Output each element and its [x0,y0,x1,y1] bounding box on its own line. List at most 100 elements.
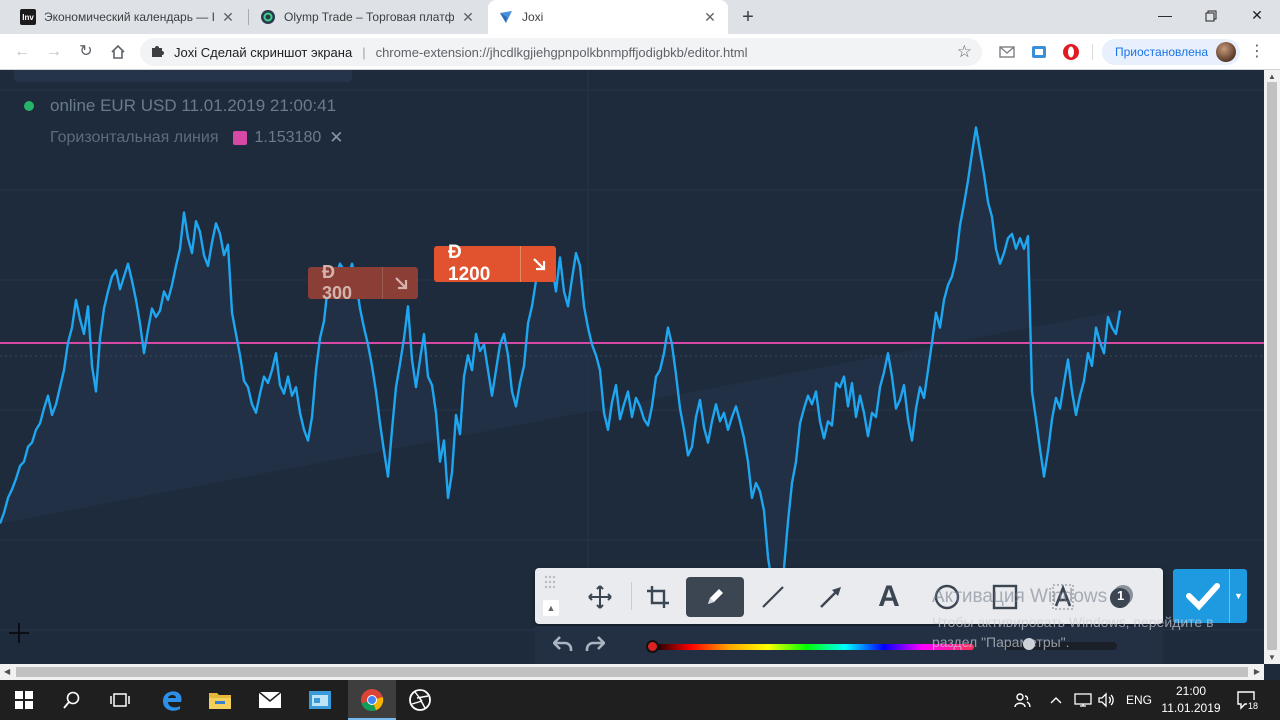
tab-title: Экономический календарь — Inv [44,10,214,24]
line-icon [762,586,784,608]
people-icon[interactable] [1013,680,1031,720]
remove-drawing-icon[interactable]: ✕ [329,128,343,148]
screenshot-extension-icon[interactable] [1030,43,1048,61]
extension-name: Joxi Сделай скриншот экрана [174,44,353,60]
search-icon [63,691,80,709]
arrow-tool-button[interactable] [802,577,860,617]
taskbar-edge[interactable] [148,680,196,720]
vertical-scrollbar[interactable]: ▲ ▼ [1264,70,1280,664]
input-language[interactable]: ENG [1126,680,1152,720]
taskbar-file-explorer[interactable] [196,680,244,720]
move-icon [588,585,612,609]
tab-separator [248,9,249,25]
chart-status-text: online EUR USD 11.01.2019 21:00:41 [50,96,337,115]
search-button[interactable] [48,680,96,720]
pencil-tool-button[interactable] [686,577,744,617]
url-text: chrome-extension://jhcdlkgjiehgpnpolkbnm… [375,44,748,60]
tab-title: Olymp Trade – Торговая платформа [284,10,454,24]
scrollbar-thumb[interactable] [16,667,1248,677]
mail-icon [258,691,282,708]
scrollbar-thumb[interactable] [1267,82,1277,650]
arrow-down-right-icon [382,267,418,299]
chart-status: online EUR USD 11.01.2019 21:00:41 [24,96,336,116]
line-tool-button[interactable] [744,577,802,617]
windows-taskbar: ENG 21:00 11.01.2019 18 [0,680,1280,720]
toolbar-divider [1092,44,1093,60]
action-center-button[interactable]: 18 [1236,690,1259,712]
crop-tool-button[interactable] [629,577,687,617]
drawing-value: 1.153180 [254,129,322,146]
tab-olymp-trade[interactable]: Olymp Trade – Торговая платформа ✕ [250,0,486,34]
investing-favicon-icon: Inv [20,9,36,25]
close-tab-icon[interactable]: ✕ [702,9,718,26]
windows-activation-title: Активация Windows [932,586,1108,607]
address-bar[interactable]: Joxi Сделай скриншот экрана | chrome-ext… [140,38,982,66]
crosshair-cursor-icon [9,623,29,643]
tab-title: Joxi [522,10,544,24]
undo-icon[interactable] [553,635,573,653]
crop-icon [647,586,669,608]
home-icon[interactable] [106,40,130,64]
color-picker-knob[interactable] [646,640,659,653]
taskbar-chrome[interactable] [348,680,396,720]
new-tab-button[interactable]: + [736,5,760,29]
taskbar-app[interactable] [296,680,344,720]
text-tool-button[interactable]: A [860,577,918,617]
bookmark-star-icon[interactable]: ☆ [957,42,972,62]
scroll-left-arrow-icon[interactable]: ◀ [4,667,10,676]
taskbar-mail[interactable] [246,680,294,720]
profile-button[interactable]: Приостановлена [1102,39,1240,65]
edge-browser-icon [163,691,182,711]
volume-icon[interactable] [1098,680,1116,720]
checkmark-icon [1186,583,1220,611]
online-indicator-icon [24,101,34,111]
deal-badge[interactable]: Đ 1200 [434,242,556,285]
chrome-icon [361,689,384,711]
close-tab-icon[interactable]: ✕ [460,9,476,26]
deal-badge[interactable]: Đ 300 [308,262,418,303]
redo-icon[interactable] [585,635,605,653]
confirm-options-dropdown-icon[interactable]: ▼ [1229,569,1247,623]
minimize-window-icon[interactable]: — [1142,0,1188,30]
horizontal-scrollbar[interactable]: ◀ ▶ [0,664,1264,680]
extension-puzzle-icon [152,46,164,57]
close-window-icon[interactable]: ✕ [1234,0,1280,30]
forward-arrow-icon[interactable]: → [42,40,66,64]
tab-strip: Inv Экономический календарь — Inv ✕ Olym… [0,0,1280,34]
folder-icon [209,693,231,709]
system-clock[interactable]: 21:00 11.01.2019 [1156,683,1226,717]
tray-overflow-icon[interactable] [1050,680,1062,720]
drawing-color-swatch [232,131,247,145]
color-picker-slider[interactable] [652,644,974,650]
deal-amount: Đ 300 [322,262,353,303]
profile-status-label: Приостановлена [1115,45,1209,59]
tab-joxi[interactable]: Joxi ✕ [488,0,728,34]
deal-amount: Đ 1200 [448,242,491,285]
scroll-up-arrow-icon[interactable]: ▲ [1268,72,1276,81]
opera-extension-icon[interactable] [1062,43,1080,61]
restore-window-icon[interactable] [1188,0,1234,30]
task-view-button[interactable] [96,680,144,720]
pencil-icon [708,589,723,604]
mail-extension-icon[interactable] [998,43,1016,61]
notification-count: 18 [1247,700,1259,712]
omnibox-separator: | [362,44,366,60]
tab-investing[interactable]: Inv Экономический календарь — Inv ✕ [10,0,246,34]
drag-handle-icon[interactable] [543,574,557,594]
windows-logo-icon [15,691,33,709]
scroll-down-arrow-icon[interactable]: ▼ [1268,653,1276,662]
move-tool-button[interactable] [571,577,629,617]
back-arrow-icon[interactable]: ← [10,40,34,64]
browser-menu-icon[interactable]: ⋮ [1249,42,1265,62]
collapse-panel-button[interactable]: ▲ [543,600,559,616]
scroll-right-arrow-icon[interactable]: ▶ [1254,667,1260,676]
task-view-icon [110,693,130,707]
clock-time: 21:00 [1175,684,1207,698]
start-button[interactable] [0,680,48,720]
reload-icon[interactable]: ↻ [74,40,98,64]
drawing-label: Горизонтальная линия [50,129,219,146]
network-icon[interactable] [1074,680,1092,720]
taskbar-screenshot-tool[interactable] [396,680,444,720]
close-tab-icon[interactable]: ✕ [220,9,236,26]
windows-activation-line: раздел "Параметры". [932,634,1070,650]
